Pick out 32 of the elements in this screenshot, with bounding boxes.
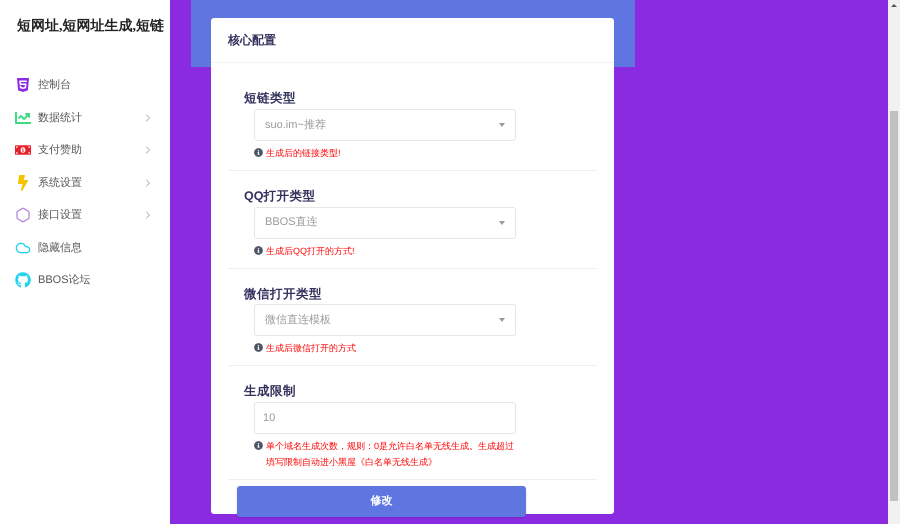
sidebar-item[interactable]: 控制台 (0, 69, 170, 102)
field-hint: 生成后的链接类型! (266, 146, 341, 160)
cloud-icon (15, 240, 31, 256)
sidebar-item[interactable]: BBOS论坛 (0, 264, 170, 296)
field-label: 短链类型 (244, 90, 297, 107)
info-icon (254, 343, 263, 352)
caret-icon (499, 318, 505, 322)
field-label: 生成限制 (244, 383, 297, 400)
card-title: 核心配置 (228, 32, 276, 49)
field-hint: 单个域名生成次数，规则：0是允许白名单无线生成。生成超过填写限制自动进小黑屋《白名单无线生成》 (266, 440, 516, 469)
site-title: 短网址,短网址生成,短链 (17, 17, 165, 36)
sidebar-item[interactable]: 数据统计 (0, 102, 170, 134)
field-hint: 生成后QQ打开的方式! (266, 244, 355, 258)
submit-button[interactable]: 修改 (237, 486, 526, 517)
field-label: 微信打开类型 (244, 286, 323, 302)
caret-icon (499, 220, 505, 224)
hexagon-icon (15, 207, 31, 224)
field-label: QQ打开类型 (244, 188, 316, 205)
html5-icon (15, 77, 31, 94)
info-icon (254, 148, 263, 157)
github-icon (15, 272, 31, 288)
sidebar-item[interactable]: 接口设置 (0, 199, 170, 232)
bolt-icon (15, 174, 31, 191)
chart-line-icon (15, 110, 31, 126)
field-hint: 生成后微信打开的方式 (266, 342, 356, 356)
sidebar-item[interactable]: 系统设置 (0, 166, 170, 199)
scrollbar[interactable] (888, 0, 900, 524)
sidebar-item[interactable]: 支付赞助 (0, 134, 170, 166)
info-icon (254, 441, 263, 450)
info-icon (254, 246, 263, 254)
caret-icon (499, 122, 505, 127)
sidebar-item[interactable]: 隐藏信息 (0, 232, 170, 264)
